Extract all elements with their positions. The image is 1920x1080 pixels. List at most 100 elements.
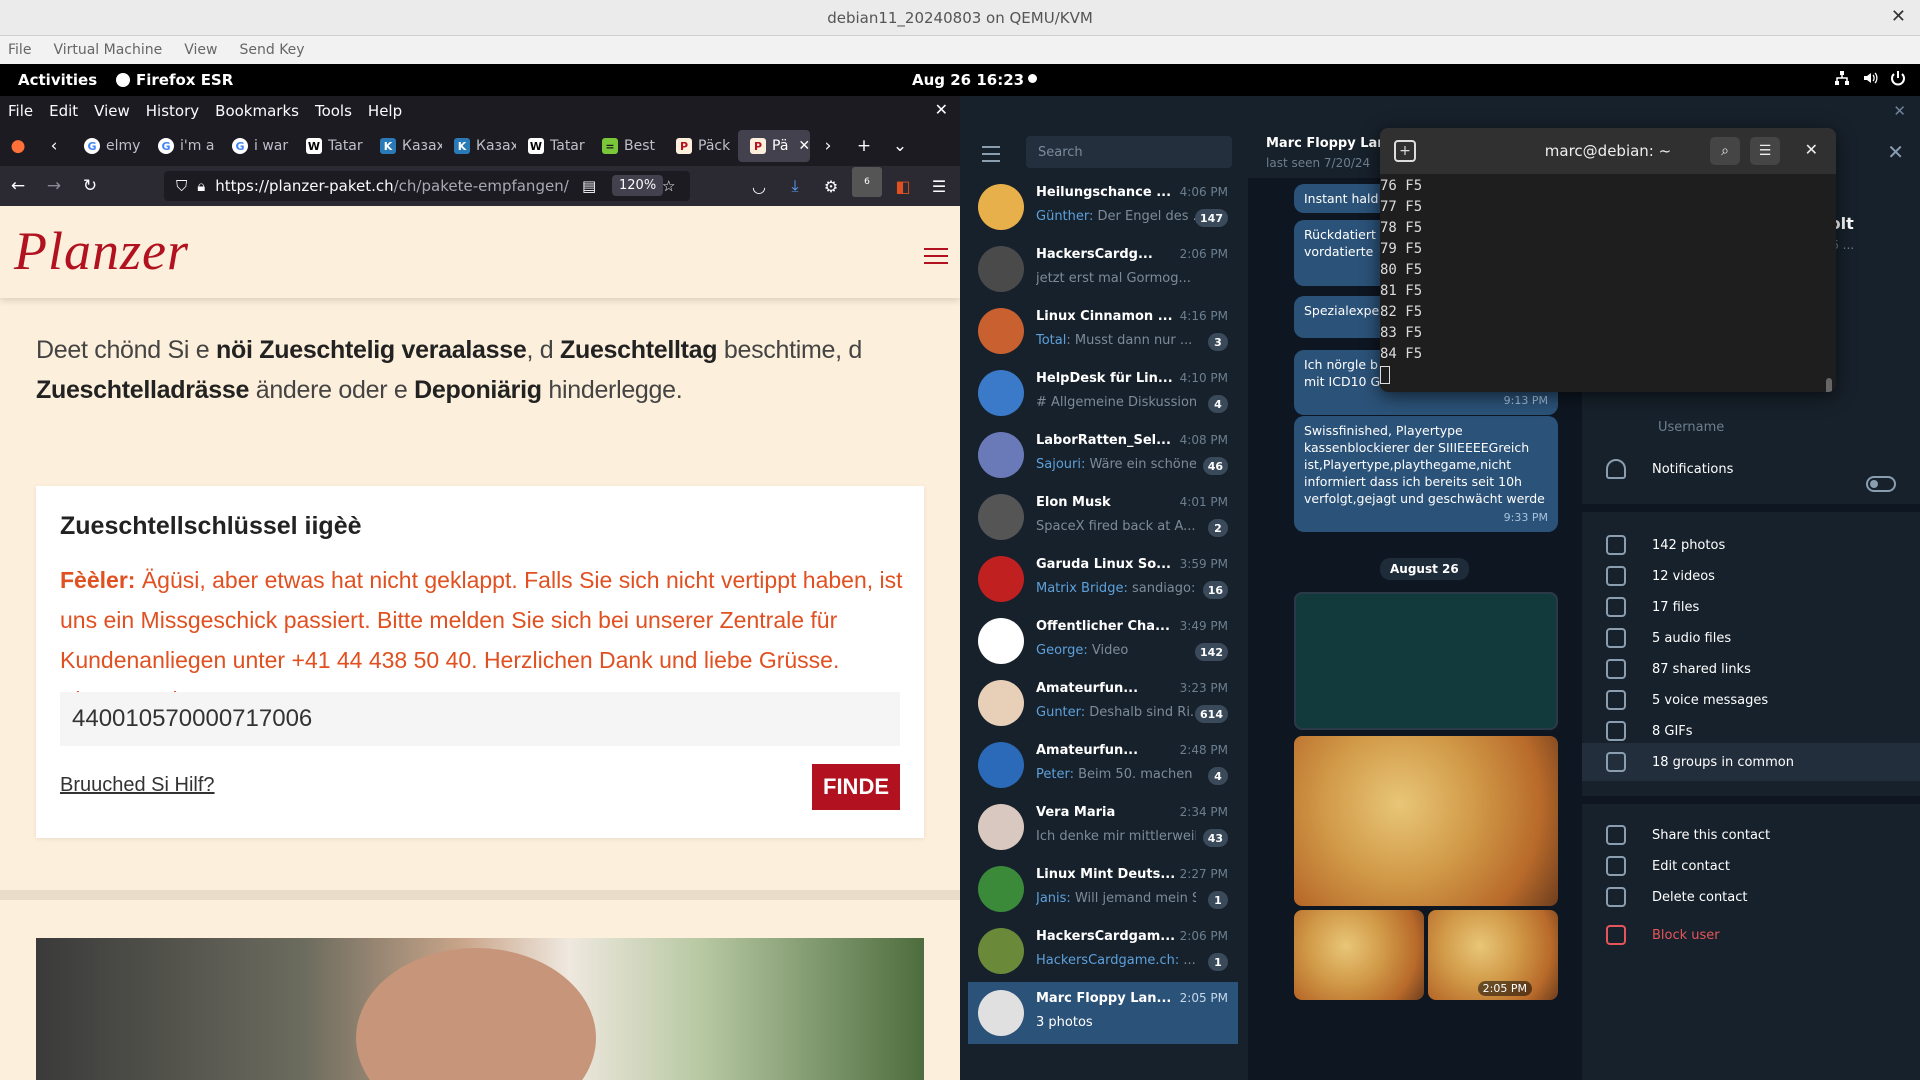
chat-list-item[interactable]: HelpDesk für Lin... 4:10 PM # Allgemeine D… xyxy=(968,362,1238,424)
chat-list-item[interactable]: Heilungschance ... 4:06 PM Günther: Der En… xyxy=(968,176,1238,238)
chat-preview: Janis: Will jemand mein St... xyxy=(1036,891,1196,906)
reload-icon[interactable]: ↻ xyxy=(72,171,108,201)
photo-screenshot[interactable] xyxy=(1294,592,1558,730)
chat-list-item[interactable]: Amateurfun... 2:48 PM Peter: Beim 50. mach… xyxy=(968,734,1238,796)
photo-pizza[interactable] xyxy=(1294,910,1424,1000)
extension-icon[interactable]: ◧ xyxy=(888,171,918,201)
terminal-output[interactable]: 76 F5 77 F5 78 F5 79 F5 80 F5 81 F5 82 F5 83 F5… xyxy=(1380,174,1820,392)
chat-sender: Sajouri: xyxy=(1036,457,1086,472)
reader-view-icon[interactable]: ▤ xyxy=(582,177,596,195)
menu-bookmarks[interactable]: Bookmarks xyxy=(215,102,299,120)
pocket-icon[interactable]: ◡ xyxy=(744,171,774,201)
chat-list-item[interactable]: Öffentlicher Cha... 3:49 PM George: Video 1… xyxy=(968,610,1238,672)
tab-active[interactable]: P Pä ✕ xyxy=(738,130,810,162)
chat-preview-text: Der Engel des ... xyxy=(1093,209,1196,224)
unread-badge: 2 xyxy=(1208,519,1228,537)
menu-edit[interactable]: Edit xyxy=(49,102,78,120)
telegram-titlebar: ✕ xyxy=(960,96,1920,128)
url-bar[interactable]: ⛉ 🔒︎ https://planzer-paket.ch/ch/pakete-… xyxy=(164,171,690,201)
vm-menu-file[interactable]: File xyxy=(8,42,31,58)
terminal-close-icon[interactable]: ✕ xyxy=(1805,140,1818,159)
tab[interactable]: Gi'm a xyxy=(146,130,220,162)
chat-name: Vera Maria xyxy=(1036,805,1116,820)
list-tabs-icon[interactable]: ⌄ xyxy=(882,131,918,161)
chat-list-item[interactable]: LaborRatten_Sel... 4:08 PM Sajouri: Wäre e… xyxy=(968,424,1238,486)
tab[interactable]: W Tatar xyxy=(294,130,368,162)
tab[interactable]: K Казах xyxy=(442,130,516,162)
shared-media-row[interactable]: 18 groups in common xyxy=(1582,743,1920,781)
extensions-icon[interactable]: ⚙ xyxy=(816,171,846,201)
system-tray[interactable] xyxy=(1834,70,1906,86)
tab[interactable]: W Tatar xyxy=(516,130,590,162)
menu-help[interactable]: Help xyxy=(368,102,402,120)
info-close-icon[interactable]: ✕ xyxy=(1887,140,1904,164)
link-icon xyxy=(1606,659,1626,679)
menu-history[interactable]: History xyxy=(146,102,199,120)
zoom-level[interactable]: 120% xyxy=(612,175,664,196)
back-icon[interactable]: ← xyxy=(0,171,36,201)
chat-list-item[interactable]: Elon Musk 4:01 PM SpaceX fired back at A..… xyxy=(968,486,1238,548)
tracking-input[interactable] xyxy=(60,692,900,746)
app-menu[interactable]: Firefox ESR xyxy=(116,71,233,89)
tab-scroll-right-icon[interactable]: › xyxy=(810,131,846,161)
ublock-icon[interactable]: ⛊6 xyxy=(852,167,882,201)
intro-bold: Zueschtelladrässe xyxy=(36,376,250,404)
help-link[interactable]: Bruuched Si Hilf? xyxy=(60,774,215,797)
site-menu-icon[interactable] xyxy=(924,248,948,269)
chat-list-item[interactable]: Linux Cinnamon ... 4:16 PM Total: Musst da… xyxy=(968,300,1238,362)
chat-list-item[interactable]: HackersCardgam... 2:06 PM HackersCardgame.… xyxy=(968,920,1238,982)
menu-tools[interactable]: Tools xyxy=(315,102,352,120)
new-tab-icon[interactable]: + xyxy=(1394,140,1416,162)
search-icon[interactable]: ⌕ xyxy=(1710,137,1740,165)
tab[interactable]: P Päck xyxy=(664,130,738,162)
finde-button[interactable]: FINDE xyxy=(812,764,900,810)
tab-scroll-left-icon[interactable]: ‹ xyxy=(36,131,72,161)
clock[interactable]: Aug 26 16:23 xyxy=(912,71,1024,89)
contact-action-row[interactable]: Delete contact xyxy=(1582,878,1920,916)
chat-time: 2:27 PM xyxy=(1179,867,1228,881)
chat-name: Elon Musk xyxy=(1036,495,1111,510)
chat-preview-text: : Musst dann nur ... xyxy=(1066,333,1193,348)
menu-file[interactable]: File xyxy=(8,102,33,120)
chat-sender: Janis: xyxy=(1036,891,1071,906)
photo-pizza[interactable]: 2:05 PM xyxy=(1428,910,1558,1000)
tab-close-icon[interactable]: ✕ xyxy=(798,138,810,154)
telegram-menu-icon[interactable] xyxy=(982,146,1000,167)
shared-media-label: 5 audio files xyxy=(1652,630,1732,646)
photo-icon xyxy=(1606,535,1626,555)
vm-menu-virtual-machine[interactable]: Virtual Machine xyxy=(53,42,162,58)
tab[interactable]: Gi war xyxy=(220,130,294,162)
chat-list-item[interactable]: Amateurfun... 3:23 PM Gunter: Deshalb sind… xyxy=(968,672,1238,734)
chat-list-item[interactable]: Linux Mint Deuts... 2:27 PM Janis: Will je… xyxy=(968,858,1238,920)
menu-icon[interactable]: ☰ xyxy=(1750,137,1780,165)
chat-search-input[interactable]: Search xyxy=(1026,136,1232,168)
downloads-icon[interactable]: ⤓ xyxy=(780,171,810,201)
menu-view[interactable]: View xyxy=(94,102,130,120)
planzer-logo[interactable]: Planzer xyxy=(14,220,189,282)
chat-list-item[interactable]: Vera Maria 2:34 PM Ich denke mir mittlerwe… xyxy=(968,796,1238,858)
notifications-toggle[interactable] xyxy=(1866,476,1896,492)
chat-list-item[interactable]: Marc Floppy Lan... 2:05 PM 3 photos xyxy=(968,982,1238,1044)
bookmark-star-icon[interactable]: ☆ xyxy=(662,177,675,195)
chat-preview: # Allgemeine Diskussions... xyxy=(1036,395,1196,410)
activities-button[interactable]: Activities xyxy=(18,71,97,89)
tab[interactable]: K Казах xyxy=(368,130,442,162)
vm-close-icon[interactable]: ✕ xyxy=(1891,6,1906,27)
chat-avatar xyxy=(978,804,1024,850)
message-bubble[interactable]: Swissfinished, Playertype kassenblockier… xyxy=(1294,416,1558,532)
telegram-close-icon[interactable]: ✕ xyxy=(1893,102,1906,120)
app-menu-icon[interactable]: ☰ xyxy=(924,171,954,201)
forward-icon[interactable]: → xyxy=(36,171,72,201)
vm-menu-send-key[interactable]: Send Key xyxy=(239,42,304,58)
photo-pizza[interactable] xyxy=(1294,736,1558,906)
terminal-scrollbar[interactable] xyxy=(1826,378,1832,392)
chat-list-item[interactable]: Garuda Linux So... 3:59 PM Matrix Bridge: … xyxy=(968,548,1238,610)
tab[interactable]: = Best xyxy=(590,130,664,162)
firefox-close-icon[interactable]: ✕ xyxy=(935,100,948,119)
firefox-view-icon[interactable]: ● xyxy=(0,131,36,161)
tab[interactable]: Gelmy xyxy=(72,130,146,162)
contact-action-row[interactable]: Block user xyxy=(1582,916,1920,954)
vm-menu-view[interactable]: View xyxy=(184,42,217,58)
chat-list-item[interactable]: HackersCardg... 2:06 PM jetzt erst mal Gor… xyxy=(968,238,1238,300)
new-tab-icon[interactable]: + xyxy=(846,131,882,161)
